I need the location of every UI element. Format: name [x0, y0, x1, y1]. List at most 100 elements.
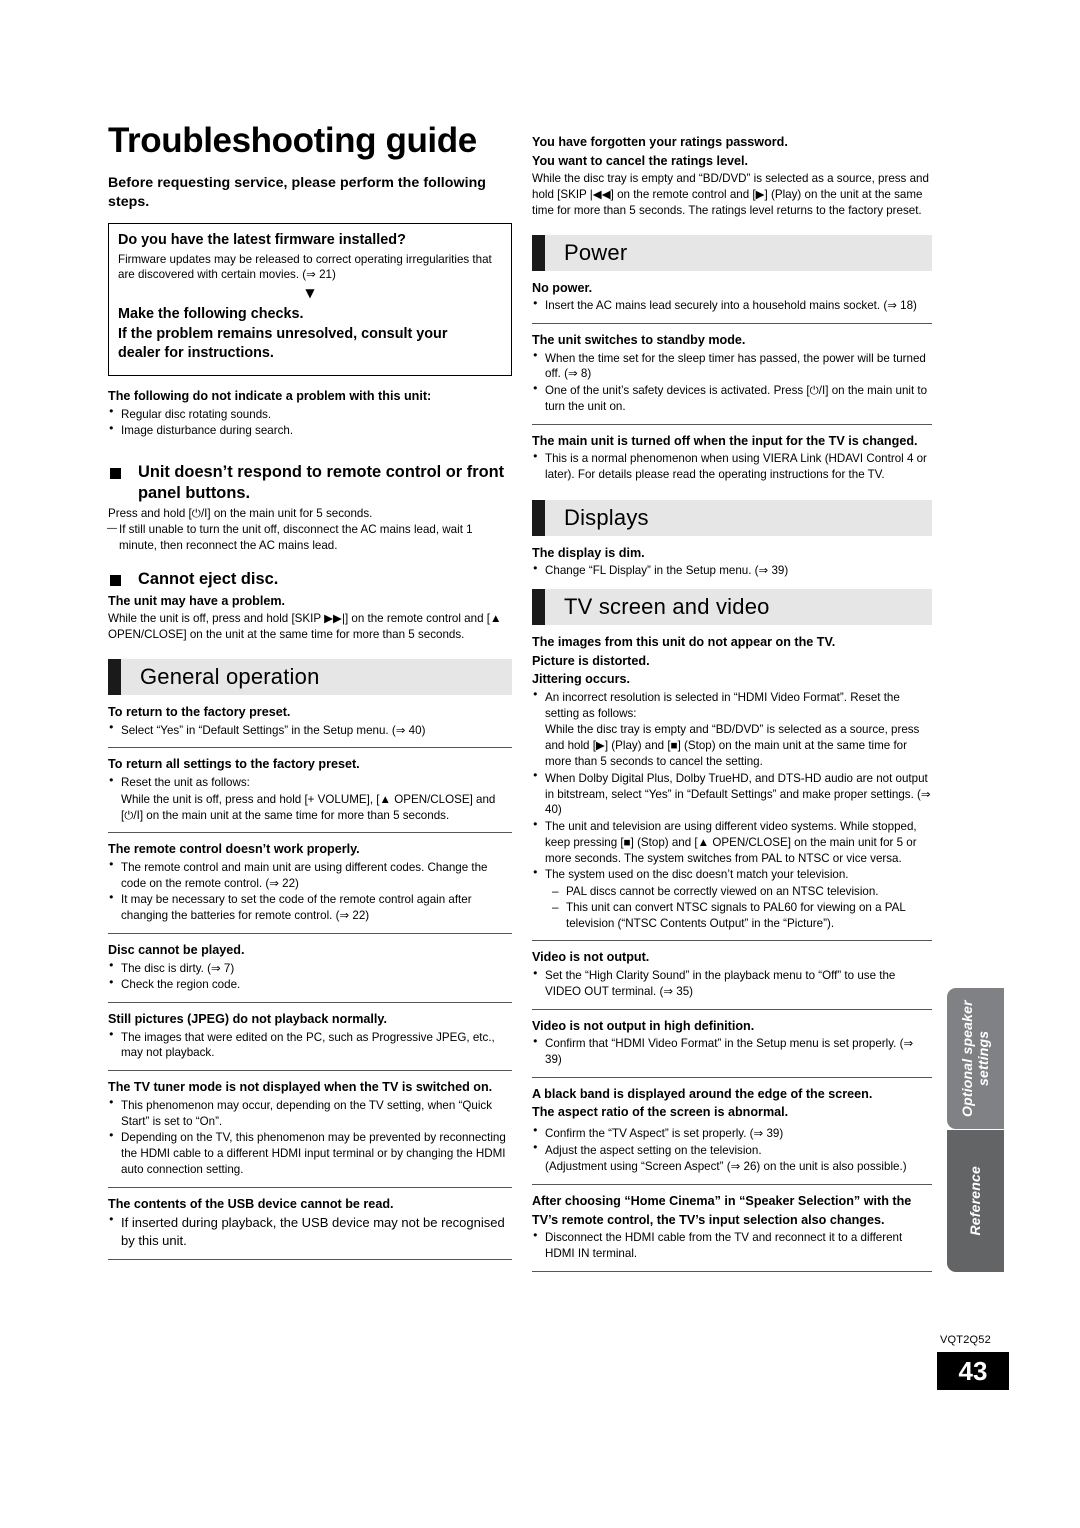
entry-bullets: Disconnect the HDMI cable from the TV an… — [532, 1230, 932, 1262]
side-tab-reference[interactable]: Reference — [947, 1130, 1004, 1272]
list-item: The unit and television are using differ… — [532, 819, 932, 866]
list-item: The images that were edited on the PC, s… — [108, 1029, 512, 1062]
entry-bullets: Confirm the “TV Aspect” is set properly.… — [532, 1125, 932, 1175]
side-tab-label: Optional speaker settings — [959, 1000, 992, 1117]
entry-tv-tuner-mode: The TV tuner mode is not displayed when … — [108, 1079, 512, 1177]
firmware-box-footer-line2: If the problem remains unresolved, consu… — [118, 325, 448, 342]
entry-factory-preset: To return to the factory preset. Select … — [108, 704, 512, 738]
list-item: The system used on the disc doesn’t matc… — [532, 867, 932, 883]
entry-question-line1: The images from this unit do not appear … — [532, 635, 836, 650]
entry-question: To return to the factory preset. — [108, 705, 291, 720]
section-title: General operation — [140, 664, 320, 690]
side-tab-label: Reference — [967, 1166, 984, 1236]
entry-question-line1: A black band is displayed around the edg… — [532, 1086, 873, 1101]
entry-question-line3: Jittering occurs. — [532, 672, 630, 687]
list-item: Change “FL Display” in the Setup menu. (… — [532, 563, 932, 579]
divider — [532, 940, 932, 942]
entry-bullets: Set the “High Clarity Sound” in the play… — [532, 968, 932, 1000]
list-item: An incorrect resolution is selected in “… — [532, 689, 932, 722]
cannot-eject-heading: Cannot eject disc. — [108, 569, 512, 590]
entry-question-line1: After choosing “Home Cinema” in “Speaker… — [532, 1194, 912, 1209]
entry-question: To return all settings to the factory pr… — [108, 757, 360, 772]
divider — [532, 1076, 932, 1078]
entry-bullets: Confirm that “HDMI Video Format” in the … — [532, 1036, 932, 1068]
page-number-badge: 43 — [937, 1352, 1009, 1390]
unit-no-respond-block: Unit doesn’t respond to remote control o… — [107, 462, 512, 554]
divider — [108, 1186, 512, 1188]
entry-bullets: This is a normal phenomenon when using V… — [532, 451, 932, 483]
entry-black-band: A black band is displayed around the edg… — [532, 1086, 932, 1176]
section-banner-tv-screen-and-video: TV screen and video — [532, 589, 932, 626]
section-title: TV screen and video — [564, 594, 770, 620]
divider — [108, 932, 512, 934]
list-item: Adjust the aspect setting on the televis… — [532, 1142, 932, 1159]
list-item: Image disturbance during search. — [108, 423, 512, 439]
entry-bullets: The remote control and main unit are usi… — [108, 859, 512, 924]
entry-bullets: The disc is dirty. (⇒ 7) Check the regio… — [108, 960, 512, 994]
divider — [532, 1270, 932, 1272]
entry-bullets: The images that were edited on the PC, s… — [108, 1029, 512, 1062]
ratings-heading-line2: You want to cancel the ratings level. — [532, 153, 749, 168]
cannot-eject-block: Cannot eject disc. The unit may have a p… — [108, 569, 512, 643]
entry-images-do-not-appear: The images from this unit do not appear … — [532, 634, 932, 931]
entry-disc-cannot-be-played: Disc cannot be played. The disc is dirty… — [108, 942, 512, 993]
list-item: Disconnect the HDMI cable from the TV an… — [532, 1230, 932, 1262]
entry-bullets: Insert the AC mains lead securely into a… — [532, 298, 932, 314]
list-item: PAL discs cannot be correctly viewed on … — [552, 884, 932, 900]
divider — [108, 747, 512, 749]
list-item: Depending on the TV, this phenomenon may… — [108, 1130, 512, 1177]
entry-continuation: While the unit is off, press and hold [+… — [121, 792, 496, 822]
left-column: Troubleshooting guide Before requesting … — [107, 121, 512, 1268]
list-item: Select “Yes” in “Default Settings” in th… — [108, 722, 512, 739]
entry-main-unit-turned-off: The main unit is turned off when the inp… — [532, 433, 932, 483]
section-title: Power — [564, 239, 628, 265]
down-arrow-icon: ▼ — [305, 286, 315, 301]
entry-sub-dashes: PAL discs cannot be correctly viewed on … — [532, 884, 932, 931]
divider — [532, 423, 932, 425]
section-title: Displays — [564, 504, 649, 530]
list-item: The disc is dirty. (⇒ 7) — [108, 960, 512, 977]
entry-video-not-output: Video is not output. Set the “High Clari… — [532, 949, 932, 999]
list-item: Confirm the “TV Aspect” is set properly.… — [532, 1125, 932, 1142]
entry-remote-control: The remote control doesn’t work properly… — [108, 841, 512, 924]
entry-question: The TV tuner mode is not displayed when … — [108, 1080, 493, 1095]
section-banner-general-operation: General operation — [108, 659, 512, 696]
unit-no-respond-dash: If still unable to turn the unit off, di… — [107, 522, 512, 554]
list-item: Insert the AC mains lead securely into a… — [532, 298, 932, 314]
no-problem-list: Regular disc rotating sounds. Image dist… — [108, 406, 512, 440]
side-tab-optional-speaker-settings[interactable]: Optional speaker settings — [947, 988, 1004, 1129]
list-item: It may be necessary to set the code of t… — [108, 892, 512, 924]
entry-question: The display is dim. — [532, 545, 645, 560]
divider — [108, 832, 512, 834]
entry-standby-mode: The unit switches to standby mode. When … — [532, 332, 932, 415]
divider — [532, 1008, 932, 1010]
lead-paragraph: Before requesting service, please perfor… — [108, 175, 487, 211]
entry-bullets: Reset the unit as follows: — [108, 775, 512, 791]
unit-no-respond-body: Press and hold [⏻/I] on the main unit fo… — [108, 507, 373, 521]
list-item: If inserted during playback, the USB dev… — [108, 1214, 512, 1249]
cannot-eject-sub: The unit may have a problem. — [108, 593, 286, 608]
list-item: When the time set for the sleep timer ha… — [532, 350, 932, 383]
no-problem-block: The following do not indicate a problem … — [108, 388, 512, 439]
banner-accent-bar — [532, 499, 545, 536]
ratings-heading-line1: You have forgotten your ratings password… — [532, 135, 788, 149]
entry-question: No power. — [532, 280, 593, 295]
no-problem-heading: The following do not indicate a problem … — [108, 388, 432, 403]
entry-home-cinema-speaker-selection: After choosing “Home Cinema” in “Speaker… — [532, 1193, 932, 1262]
entry-question: Still pictures (JPEG) do not playback no… — [108, 1012, 387, 1027]
banner-accent-bar — [532, 234, 545, 271]
part-number: VQT2Q52 — [940, 1334, 991, 1346]
list-item: Confirm that “HDMI Video Format” in the … — [532, 1036, 932, 1068]
entry-question: Video is not output in high definition. — [532, 1018, 755, 1033]
page-title: Troubleshooting guide — [108, 121, 477, 160]
unit-no-respond-heading: Unit doesn’t respond to remote control o… — [108, 462, 512, 503]
ratings-body: While the disc tray is empty and “BD/DVD… — [532, 172, 929, 217]
firmware-box-title: Do you have the latest firmware installe… — [118, 231, 406, 248]
entry-bullets: Change “FL Display” in the Setup menu. (… — [532, 563, 932, 579]
entry-continuation: While the disc tray is empty and “BD/DVD… — [545, 723, 920, 768]
